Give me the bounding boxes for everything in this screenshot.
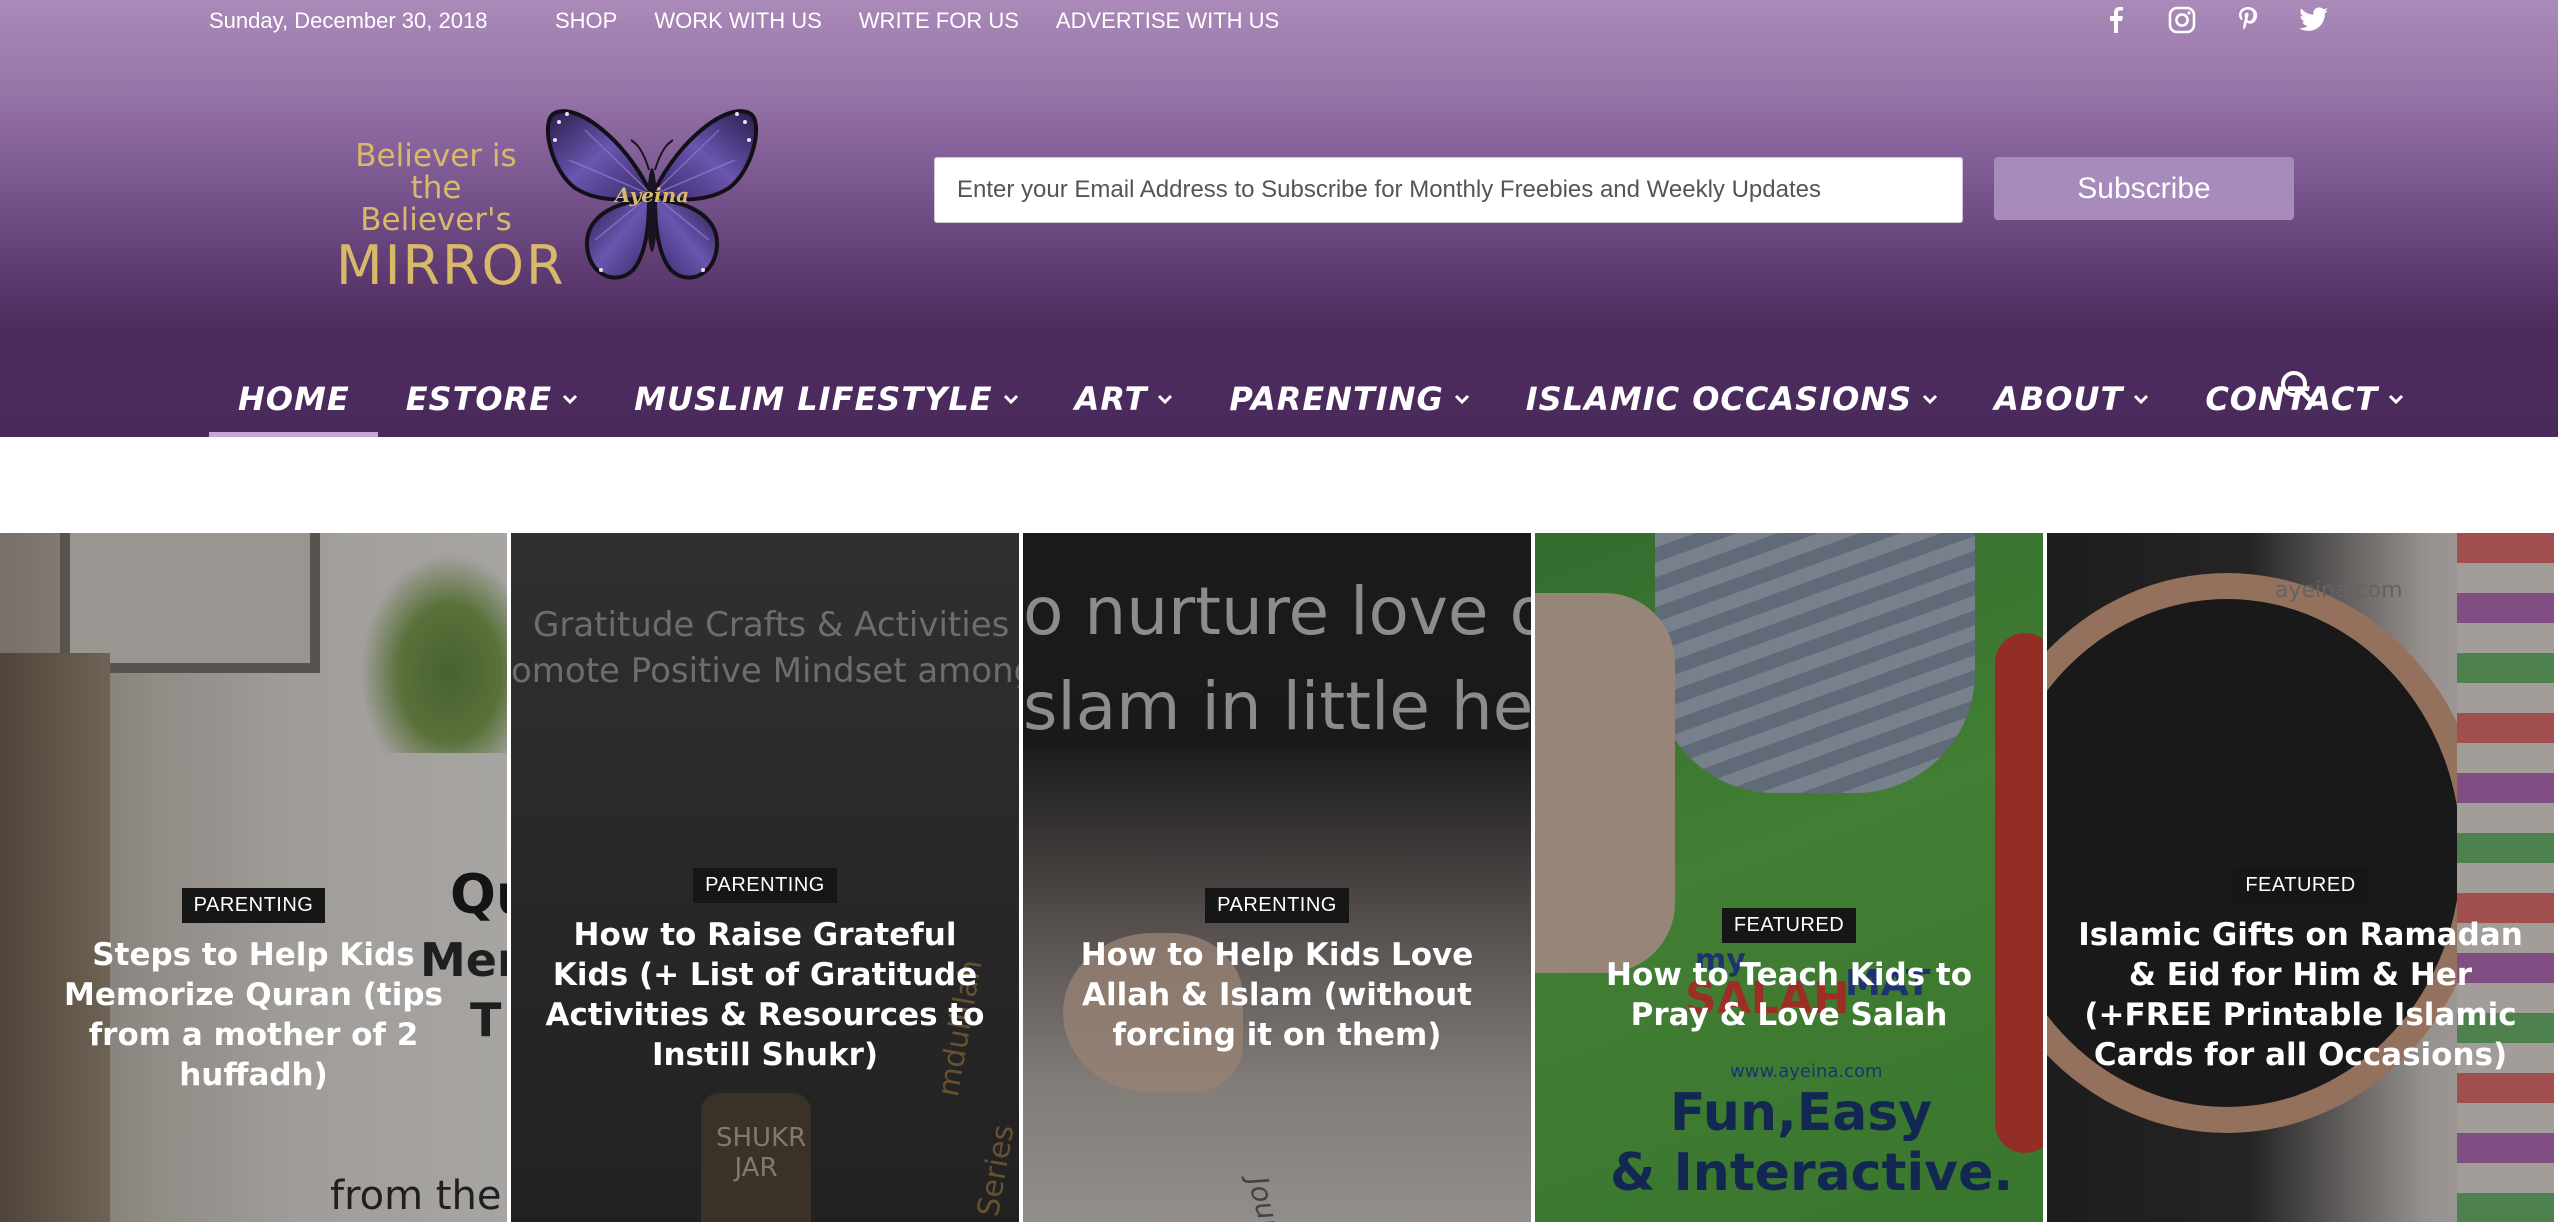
chevron-down-icon — [1157, 393, 1173, 405]
nav-about-label: ABOUT — [1994, 379, 2124, 418]
post-title[interactable]: How to Teach Kids to Pray & Love Salah — [1565, 955, 2013, 1035]
top-link-write-for-us[interactable]: WRITE FOR US — [859, 8, 1019, 34]
post-title[interactable]: How to Raise Grateful Kids (+ List of Gr… — [541, 915, 989, 1075]
email-subscribe-input[interactable] — [934, 157, 1963, 223]
butterfly-logo-icon[interactable]: Ayeina — [545, 100, 760, 290]
featured-post-card[interactable]: ayeina.com FEATURED Islamic Gifts on Ram… — [2047, 533, 2554, 1222]
category-badge[interactable]: PARENTING — [1205, 888, 1349, 923]
main-nav: HOME ESTORE MUSLIM LIFESTYLE ART PARENTI… — [209, 360, 2432, 437]
featured-post-card[interactable]: my SALAH MAT www.ayeina.com Fun,Easy & I… — [1535, 533, 2043, 1222]
social-icons — [2100, 4, 2330, 36]
chevron-down-icon — [1003, 393, 1019, 405]
nav-muslim-lifestyle[interactable]: MUSLIM LIFESTYLE — [606, 360, 1046, 437]
top-link-advertise-with-us[interactable]: ADVERTISE WITH US — [1056, 8, 1279, 34]
post-caption: PARENTING How to Raise Grateful Kids (+ … — [511, 868, 1019, 1075]
nav-muslim-lifestyle-label: MUSLIM LIFESTYLE — [634, 379, 993, 418]
nav-islamic-occasions-label: ISLAMIC OCCASIONS — [1525, 379, 1913, 418]
nav-parenting-label: PARENTING — [1229, 379, 1444, 418]
facebook-icon[interactable] — [2100, 4, 2132, 36]
site-header: Sunday, December 30, 2018 SHOP WORK WITH… — [0, 0, 2558, 437]
nav-art[interactable]: ART — [1047, 360, 1202, 437]
chevron-down-icon — [562, 393, 578, 405]
category-badge[interactable]: PARENTING — [693, 868, 837, 903]
nav-islamic-occasions[interactable]: ISLAMIC OCCASIONS — [1498, 360, 1966, 437]
post-caption: PARENTING Steps to Help Kids Memorize Qu… — [0, 888, 507, 1095]
nav-estore[interactable]: ESTORE — [378, 360, 606, 437]
category-badge[interactable]: FEATURED — [1721, 908, 1857, 943]
current-date: Sunday, December 30, 2018 — [209, 8, 488, 33]
post-caption: FEATURED How to Teach Kids to Pray & Lov… — [1535, 908, 2043, 1035]
featured-post-card[interactable]: Qu Memo T from the PARENTING Steps to He… — [0, 533, 507, 1222]
instagram-icon[interactable] — [2166, 4, 2198, 36]
top-link-work-with-us[interactable]: WORK WITH US — [654, 8, 821, 34]
search-icon[interactable] — [2278, 368, 2318, 408]
logo-line-3: MIRROR — [336, 234, 566, 297]
top-menu: SHOP WORK WITH US WRITE FOR US ADVERTISE… — [555, 8, 1279, 34]
post-title[interactable]: Islamic Gifts on Ramadan & Eid for Him &… — [2077, 915, 2524, 1075]
chevron-down-icon — [1454, 393, 1470, 405]
featured-post-card[interactable]: Gratitude Crafts & Activities omote Posi… — [511, 533, 1019, 1222]
twitter-icon[interactable] — [2298, 4, 2330, 36]
nav-home-label: HOME — [238, 379, 350, 418]
chevron-down-icon — [2388, 393, 2404, 405]
post-title[interactable]: How to Help Kids Love Allah & Islam (wit… — [1053, 935, 1501, 1055]
subscribe-button[interactable]: Subscribe — [1994, 157, 2294, 220]
butterfly-brand-text: Ayeina — [613, 183, 689, 207]
post-title[interactable]: Steps to Help Kids Memorize Quran (tips … — [30, 935, 477, 1095]
top-link-shop[interactable]: SHOP — [555, 8, 617, 34]
featured-post-card[interactable]: o nurture love o slam in little hea Jour… — [1023, 533, 1531, 1222]
nav-art-label: ART — [1074, 379, 1148, 418]
site-logo[interactable]: Believer is the Believer's MIRROR — [336, 138, 564, 296]
category-badge[interactable]: PARENTING — [181, 888, 326, 923]
featured-posts-grid: Qu Memo T from the PARENTING Steps to He… — [0, 533, 2558, 1222]
nav-parenting[interactable]: PARENTING — [1201, 360, 1497, 437]
top-bar: Sunday, December 30, 2018 SHOP WORK WITH… — [0, 0, 2558, 42]
logo-line-2: the Believer's — [360, 170, 512, 238]
chevron-down-icon — [2133, 393, 2149, 405]
post-caption: PARENTING How to Help Kids Love Allah & … — [1023, 888, 1531, 1055]
nav-estore-label: ESTORE — [405, 379, 553, 418]
chevron-down-icon — [1922, 393, 1938, 405]
category-badge[interactable]: FEATURED — [2233, 868, 2368, 903]
pinterest-icon[interactable] — [2232, 4, 2264, 36]
nav-about[interactable]: ABOUT — [1966, 360, 2177, 437]
post-caption: FEATURED Islamic Gifts on Ramadan & Eid … — [2047, 868, 2554, 1075]
logo-line-1: Believer is — [355, 138, 517, 174]
nav-home[interactable]: HOME — [209, 360, 378, 437]
